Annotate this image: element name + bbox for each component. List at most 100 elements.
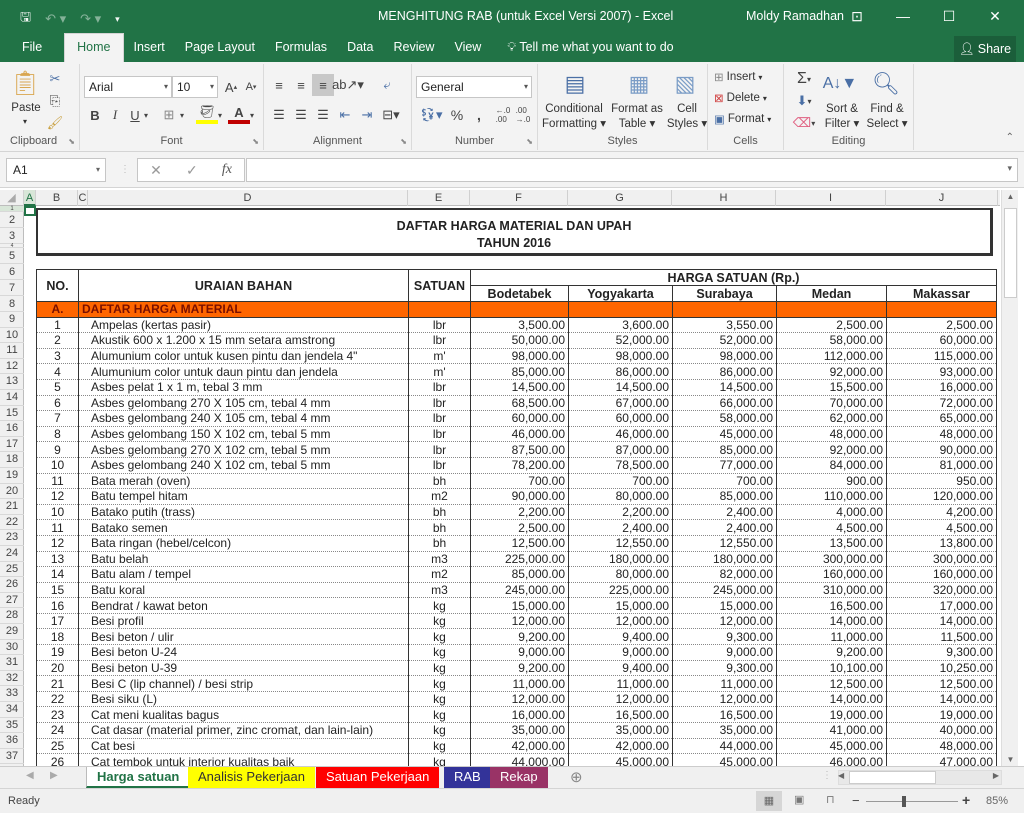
item-price[interactable]: 700.00 <box>470 473 569 490</box>
find-select-icon[interactable]: 🔍︎ <box>868 68 904 100</box>
prev-sheet-icon[interactable]: ◀ <box>26 770 34 781</box>
fill-icon[interactable]: ⬇ ▾ <box>790 90 818 112</box>
tell-me-box[interactable]: 💡︎ Tell me what you want to do <box>497 34 683 62</box>
item-price[interactable]: 9,200.00 <box>470 660 569 677</box>
item-no[interactable]: 6 <box>36 395 79 412</box>
item-no[interactable]: 18 <box>36 628 79 646</box>
row-header[interactable]: 32 <box>0 671 24 687</box>
tab-formulas[interactable]: Formulas <box>265 34 337 62</box>
table-row[interactable]: 18 Besi beton / ulir kg 9,200.00 9,400.00 9,3… <box>36 628 997 646</box>
item-no[interactable]: 10 <box>36 504 79 521</box>
item-name[interactable]: Batu belah <box>78 551 409 568</box>
item-price[interactable]: 41,000.00 <box>776 722 887 739</box>
item-unit[interactable]: lbr <box>408 395 471 412</box>
cell[interactable] <box>886 301 997 318</box>
item-unit[interactable]: kg <box>408 675 471 692</box>
item-price[interactable]: 4,500.00 <box>886 519 997 536</box>
item-name[interactable]: Ampelas (kertas pasir) <box>78 317 409 334</box>
item-name[interactable]: Batako putih (trass) <box>78 504 409 521</box>
table-row[interactable]: 14 Batu alam / tempel m2 85,000.00 80,000.00… <box>36 566 997 583</box>
item-no[interactable]: 25 <box>36 738 79 755</box>
item-price[interactable]: 48,000.00 <box>886 738 997 755</box>
zoom-slider[interactable] <box>866 796 958 807</box>
zoom-level[interactable]: 85% <box>986 795 1008 807</box>
column-header[interactable]: C <box>78 190 88 206</box>
cell-styles-button[interactable]: Cell Styles ▾ <box>666 102 708 132</box>
item-no[interactable]: 21 <box>36 675 79 692</box>
item-price[interactable]: 16,500.00 <box>776 597 887 614</box>
font-name-select[interactable]: Arial ▾ <box>84 76 172 98</box>
row-header[interactable]: 31 <box>0 655 24 671</box>
item-no[interactable]: 4 <box>36 363 79 380</box>
item-price[interactable]: 81,000.00 <box>886 457 997 474</box>
active-cell-a1[interactable] <box>24 206 36 216</box>
table-row[interactable]: 10 Asbes gelombang 240 X 102 cm, tebal 5 … <box>36 457 997 474</box>
increase-decimal-icon[interactable]: ←.0.00 <box>492 104 514 126</box>
clipboard-launcher-icon[interactable]: ⬊ <box>68 137 75 146</box>
row-header[interactable]: 37 <box>0 749 24 765</box>
item-price[interactable]: 9,300.00 <box>886 644 997 661</box>
name-box[interactable]: A1 ▾ <box>6 158 106 182</box>
table-row[interactable]: 17 Besi profil kg 12,000.00 12,000.00 12,000.… <box>36 613 997 630</box>
shrink-font-icon[interactable]: A ▾ <box>240 76 262 98</box>
item-price[interactable]: 2,200.00 <box>568 504 673 521</box>
table-row[interactable]: 4 Alumunium color untuk daun pintu dan je… <box>36 363 997 380</box>
item-price[interactable]: 4,000.00 <box>776 504 887 521</box>
tab-insert[interactable]: Insert <box>124 34 175 62</box>
item-no[interactable]: 5 <box>36 379 79 396</box>
share-button[interactable]: 👤︎ Share <box>954 36 1016 62</box>
item-price[interactable]: 11,500.00 <box>886 628 997 646</box>
item-price[interactable]: 35,000.00 <box>672 722 777 739</box>
bold-button[interactable]: B <box>84 104 106 126</box>
item-price[interactable]: 87,000.00 <box>568 441 673 458</box>
insert-cells-button[interactable]: ⊞ Insert ▾ <box>714 68 762 86</box>
row-header[interactable]: 23 <box>0 530 24 546</box>
item-name[interactable]: Asbes gelombang 270 X 105 cm, tebal 4 mm <box>78 395 409 412</box>
find-select-button[interactable]: Find & Select ▾ <box>864 102 910 132</box>
item-price[interactable]: 65,000.00 <box>886 410 997 427</box>
underline-dropdown-icon[interactable]: ▾ <box>140 104 152 126</box>
align-bottom-icon[interactable]: ≡ <box>312 74 334 96</box>
table-row[interactable]: 26 Cat tembok untuk interior kualitas bai… <box>36 753 997 766</box>
item-price[interactable]: 45,000.00 <box>672 753 777 766</box>
item-name[interactable]: Akustik 600 x 1.200 x 15 mm setara amstr… <box>78 332 409 349</box>
item-price[interactable]: 93,000.00 <box>886 363 997 380</box>
minimize-icon[interactable]: — <box>880 4 926 28</box>
table-row[interactable]: 22 Besi siku (L) kg 12,000.00 12,000.00 12,00… <box>36 691 997 708</box>
item-price[interactable]: 12,000.00 <box>470 613 569 630</box>
row-header[interactable]: 22 <box>0 515 24 531</box>
item-price[interactable]: 85,000.00 <box>672 488 777 505</box>
row-header[interactable]: 11 <box>0 343 24 359</box>
cell[interactable] <box>568 301 673 318</box>
scroll-left-icon[interactable]: ◀ <box>838 771 844 780</box>
item-price[interactable]: 10,100.00 <box>776 660 887 677</box>
row-header[interactable]: 3 <box>0 228 24 244</box>
item-price[interactable]: 90,000.00 <box>886 441 997 458</box>
tab-page-layout[interactable]: Page Layout <box>175 34 265 62</box>
item-no[interactable]: 17 <box>36 613 79 630</box>
item-price[interactable]: 98,000.00 <box>568 348 673 365</box>
item-price[interactable]: 90,000.00 <box>470 488 569 505</box>
item-unit[interactable]: bh <box>408 504 471 521</box>
item-price[interactable]: 60,000.00 <box>568 410 673 427</box>
item-price[interactable]: 180,000.00 <box>568 551 673 568</box>
item-price[interactable]: 14,000.00 <box>886 691 997 708</box>
row-header[interactable]: 27 <box>0 593 24 609</box>
redo-icon[interactable]: ↷ ▾ <box>80 11 101 27</box>
item-price[interactable]: 2,200.00 <box>470 504 569 521</box>
item-price[interactable]: 52,000.00 <box>672 332 777 349</box>
customize-qat-icon[interactable]: ▾ <box>115 14 120 25</box>
tab-split-grip-icon[interactable]: ⋮ <box>822 770 832 781</box>
column-header[interactable]: J <box>886 190 998 206</box>
accounting-format-icon[interactable]: 💱︎▾ <box>416 104 446 126</box>
row-header[interactable]: 33 <box>0 686 24 702</box>
item-name[interactable]: Batu tempel hitam <box>78 488 409 505</box>
align-middle-icon[interactable]: ≡ <box>290 74 312 96</box>
item-price[interactable]: 85,000.00 <box>470 566 569 583</box>
item-price[interactable]: 47,000.00 <box>886 753 997 766</box>
align-right-icon[interactable]: ☰ <box>312 104 334 126</box>
item-price[interactable]: 900.00 <box>776 473 887 490</box>
alignment-launcher-icon[interactable]: ⬊ <box>400 137 407 146</box>
item-price[interactable]: 58,000.00 <box>672 410 777 427</box>
sheet-tab[interactable]: Rekap <box>490 767 548 788</box>
